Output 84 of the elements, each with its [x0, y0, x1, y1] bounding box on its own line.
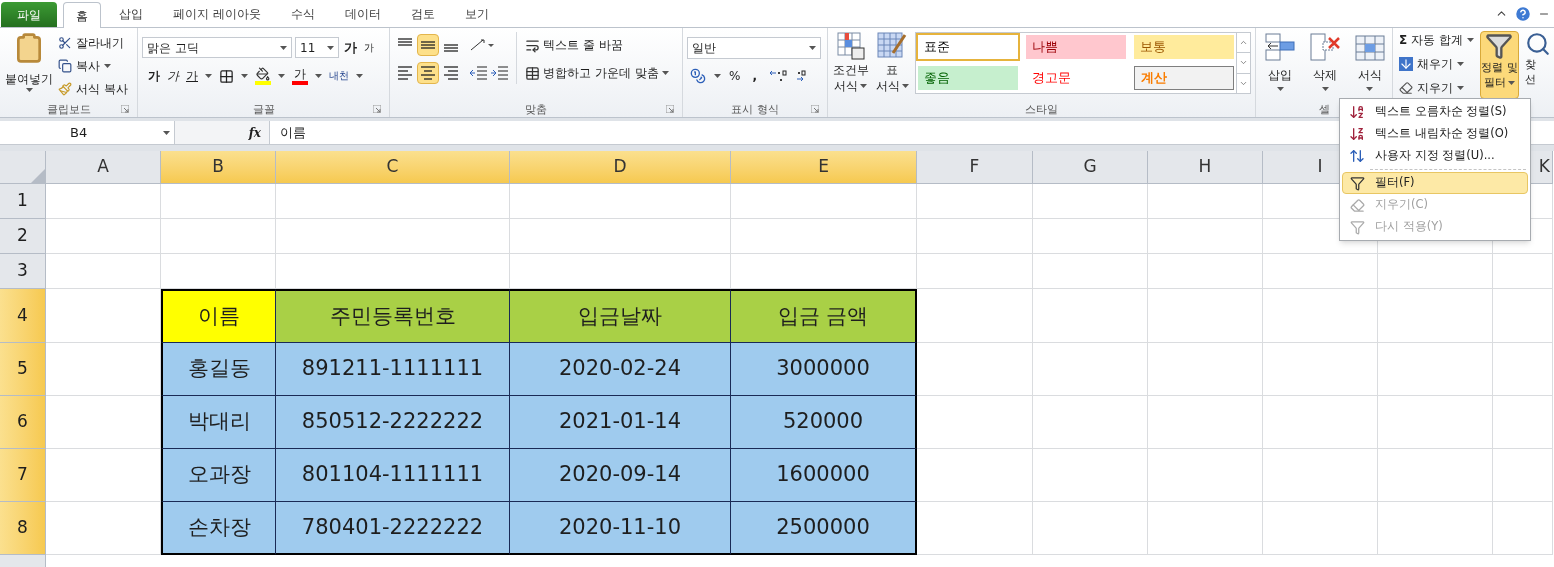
phonetic-guide-button[interactable]: 내천	[329, 71, 349, 81]
table-cell: 홍길동	[161, 343, 276, 396]
header-cell: 입금날짜	[510, 289, 731, 343]
row-header[interactable]: 4	[0, 289, 46, 343]
column-header[interactable]: G	[1033, 151, 1148, 184]
table-cell: 2020-09-14	[510, 449, 731, 502]
table-cell: 2500000	[731, 502, 917, 555]
italic-button[interactable]: 가	[167, 67, 179, 85]
column-header[interactable]: D	[510, 151, 731, 184]
column-header[interactable]: A	[46, 151, 161, 184]
ribbon-tab[interactable]: 삽입	[107, 1, 155, 27]
font-name-dropdown[interactable]: 맑은 고딕	[142, 37, 292, 58]
number-format-dropdown[interactable]: 일반	[687, 37, 821, 59]
group-label: 글꼴	[252, 103, 275, 115]
table-cell: 801104-1111111	[276, 449, 510, 502]
conditional-formatting-button[interactable]: 조건부 서식	[832, 32, 870, 94]
clear-button[interactable]: 지우기	[1399, 79, 1475, 97]
row-header[interactable]: 7	[0, 449, 46, 502]
font-size-dropdown[interactable]: 11	[295, 37, 339, 58]
table-cell: 2020-02-24	[510, 343, 731, 396]
table-cell: 손차장	[161, 502, 276, 555]
table-cell: 박대리	[161, 396, 276, 449]
column-header[interactable]: H	[1148, 151, 1263, 184]
table-cell: 2020-11-10	[510, 502, 731, 555]
group-label: 표시 형식	[731, 103, 779, 115]
table-cell: 2021-01-14	[510, 396, 731, 449]
table-cell: 780401-2222222	[276, 502, 510, 555]
group-label: 셀	[1318, 103, 1330, 115]
ribbon-tab[interactable]: 검토	[398, 1, 447, 27]
menu-item[interactable]: 필터(F)	[1342, 172, 1528, 194]
table-cell: 520000	[731, 396, 917, 449]
font-color-button[interactable]: 가	[292, 67, 308, 85]
table-cell: 3000000	[731, 343, 917, 396]
ribbon-tab[interactable]: 페이지 레이아웃	[161, 1, 273, 27]
merge-center-button[interactable]: 병합하고 가운데 맞춤	[525, 64, 669, 82]
table-cell: 1600000	[731, 449, 917, 502]
group-label: 클립보드	[46, 103, 91, 115]
row-header[interactable]: 6	[0, 396, 46, 449]
row-header[interactable]: 2	[0, 219, 46, 254]
format-cells-button[interactable]: 서식	[1351, 32, 1388, 91]
column-header[interactable]: F	[917, 151, 1033, 184]
formula-input[interactable]: 이름	[270, 122, 306, 143]
delete-cells-button[interactable]: 삭제	[1306, 32, 1344, 91]
paste-button[interactable]: 붙여넣기	[4, 32, 54, 98]
ribbon-tab[interactable]: 수식	[278, 1, 327, 27]
row-header[interactable]: 8	[0, 502, 46, 555]
grow-font-button[interactable]: 가	[342, 37, 359, 58]
table-cell: 891211-1111111	[276, 343, 510, 396]
column-header[interactable]: B	[161, 151, 276, 184]
header-cell: 주민등록번호	[276, 289, 510, 343]
wrap-text-button[interactable]: 텍스트 줄 바꿈	[525, 36, 669, 54]
underline-button[interactable]: 가	[186, 67, 198, 85]
ribbon-tab[interactable]: 데이터	[332, 1, 393, 27]
comma-button[interactable]: ,	[748, 67, 761, 85]
cell-style-swatch[interactable]: 나쁨	[1026, 35, 1126, 59]
file-tab[interactable]: 파일	[1, 2, 57, 27]
cell-style-swatch[interactable]: 좋음	[918, 66, 1018, 90]
insert-cells-button[interactable]: 삽입	[1262, 32, 1299, 91]
menu-item[interactable]: 텍스트 내림차순 정렬(O)	[1342, 123, 1528, 145]
row-header[interactable]: 3	[0, 254, 46, 289]
row-header[interactable]: 5	[0, 343, 46, 396]
column-header[interactable]: C	[276, 151, 510, 184]
group-label: 맞춤	[525, 103, 547, 115]
autosum-button[interactable]: Σ 자동 합계	[1399, 31, 1475, 49]
copy-button[interactable]: 복사	[58, 57, 128, 75]
ribbon-tab[interactable]: 보기	[452, 1, 501, 27]
fill-button[interactable]: 채우기	[1399, 55, 1475, 73]
header-cell: 입금 금액	[731, 289, 917, 343]
insert-function-button[interactable]: fx	[248, 123, 261, 142]
table-cell: 850512-2222222	[276, 396, 510, 449]
ribbon-tab[interactable]: 홈	[63, 2, 101, 28]
bold-button[interactable]: 가	[148, 67, 160, 85]
group-label: 스타일	[1025, 103, 1058, 115]
sort-filter-button[interactable]: 정렬 및 필터	[1480, 31, 1519, 99]
row-header[interactable]: 1	[0, 184, 46, 219]
table-cell: 오과장	[161, 449, 276, 502]
format-as-table-button[interactable]: 표 서식	[873, 32, 911, 94]
percent-button[interactable]: %	[729, 67, 741, 85]
format-painter-button[interactable]: 서식 복사	[58, 80, 128, 98]
header-cell: 이름	[161, 289, 276, 343]
cell-style-swatch[interactable]: 보통	[1134, 35, 1234, 59]
cut-button[interactable]: 잘라내기	[58, 34, 128, 52]
shrink-font-button[interactable]: 가	[362, 40, 376, 55]
column-header[interactable]: E	[731, 151, 917, 184]
